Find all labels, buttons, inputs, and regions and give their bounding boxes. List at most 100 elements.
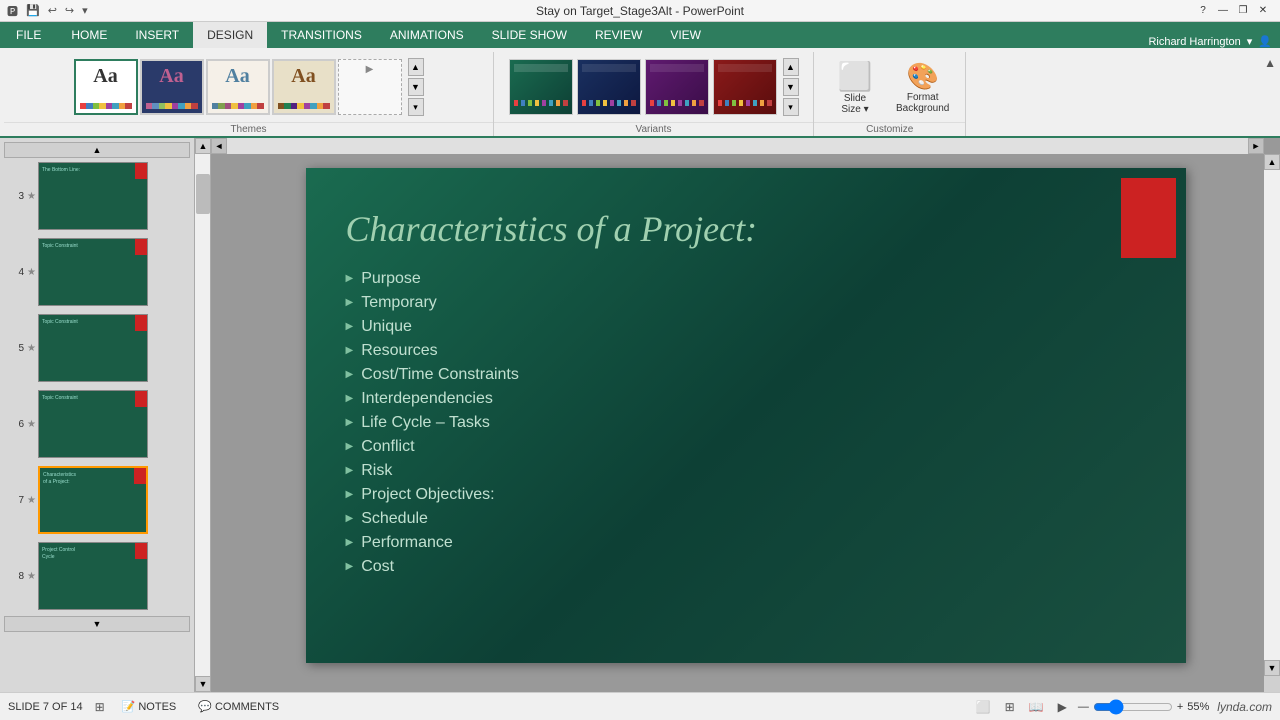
slide-size-button[interactable]: ⬜ SlideSize ▾ bbox=[830, 60, 880, 115]
bullet-schedule[interactable]: Schedule bbox=[346, 510, 1146, 528]
customize-button[interactable]: ▾ bbox=[79, 3, 91, 18]
themes-more-arrow[interactable]: ▾ bbox=[408, 98, 424, 116]
customize-group: ⬜ SlideSize ▾ 🎨 FormatBackground Customi… bbox=[814, 52, 966, 136]
slide-item-5[interactable]: 5 ★ Topic Constraint bbox=[4, 312, 190, 384]
slide-sorter-button[interactable]: ⊞ bbox=[1002, 699, 1018, 715]
slideshow-button[interactable]: ▶ bbox=[1055, 699, 1070, 715]
slide-thumb-5[interactable]: Topic Constraint bbox=[38, 314, 148, 382]
tab-view[interactable]: VIEW bbox=[656, 22, 715, 48]
bullet-lifecycle[interactable]: Life Cycle – Tasks bbox=[346, 414, 1146, 432]
bullet-interdependencies[interactable]: Interdependencies bbox=[346, 390, 1146, 408]
panel-vscroll-up[interactable]: ▲ bbox=[195, 138, 211, 154]
app-icon: 🅿 bbox=[4, 2, 21, 20]
bullet-purpose[interactable]: Purpose bbox=[346, 270, 1146, 288]
variants-more-arrow[interactable]: ▾ bbox=[783, 98, 799, 116]
close-button[interactable]: ✕ bbox=[1254, 3, 1272, 19]
help-button[interactable]: ? bbox=[1194, 3, 1212, 19]
account-chevron[interactable]: ▾ bbox=[1247, 35, 1253, 48]
main-slide[interactable]: Characteristics of a Project: Purpose Te… bbox=[306, 168, 1186, 663]
zoom-slider[interactable] bbox=[1093, 703, 1173, 711]
variant-1[interactable] bbox=[509, 59, 573, 115]
slide-item-4[interactable]: 4 ★ Topic Constraint bbox=[4, 236, 190, 308]
slide-thumb-6[interactable]: Topic Constraint bbox=[38, 390, 148, 458]
bullet-unique[interactable]: Unique bbox=[346, 318, 1146, 336]
variants-up-arrow[interactable]: ▲ bbox=[783, 58, 799, 76]
tab-file[interactable]: FILE bbox=[0, 22, 57, 48]
theme-3[interactable]: Aa bbox=[206, 59, 270, 115]
themes-content: Aa Aa bbox=[68, 52, 430, 122]
tab-design[interactable]: DESIGN bbox=[193, 22, 267, 48]
bullet-cost-time[interactable]: Cost/Time Constraints bbox=[346, 366, 1146, 384]
panel-scroll-down[interactable]: ▼ bbox=[4, 616, 190, 632]
tab-animations[interactable]: ANIMATIONS bbox=[376, 22, 478, 48]
variants-arrows: ▲ ▼ ▾ bbox=[783, 58, 799, 116]
slide-title[interactable]: Characteristics of a Project: bbox=[306, 168, 1186, 270]
comments-button[interactable]: 💬 COMMENTS bbox=[193, 699, 284, 714]
undo-button[interactable]: ↩ bbox=[45, 3, 60, 18]
slide-item-7[interactable]: 7 ★ Characteristicsof a Project: bbox=[4, 464, 190, 536]
title-bar: 🅿 💾 ↩ ↪ ▾ Stay on Target_Stage3Alt - Pow… bbox=[0, 0, 1280, 22]
bullet-temporary[interactable]: Temporary bbox=[346, 294, 1146, 312]
scroll-corner bbox=[1264, 676, 1280, 692]
minimize-button[interactable]: — bbox=[1214, 3, 1232, 19]
restore-button[interactable]: ❐ bbox=[1234, 3, 1252, 19]
theme-5[interactable]: ▶ bbox=[338, 59, 402, 115]
slide-thumb-8[interactable]: Project ControlCycle bbox=[38, 542, 148, 610]
redo-button[interactable]: ↪ bbox=[62, 3, 77, 18]
bullet-conflict[interactable]: Conflict bbox=[346, 438, 1146, 456]
bullet-resources[interactable]: Resources bbox=[346, 342, 1146, 360]
variant-4[interactable] bbox=[713, 59, 777, 115]
notes-button[interactable]: 📝 NOTES bbox=[117, 699, 182, 714]
slide-item-8[interactable]: 8 ★ Project ControlCycle bbox=[4, 540, 190, 612]
themes-down-arrow[interactable]: ▼ bbox=[408, 78, 424, 96]
save-button[interactable]: 💾 bbox=[23, 3, 43, 18]
themes-arrows: ▲ ▼ ▾ bbox=[408, 58, 424, 116]
bullet-risk[interactable]: Risk bbox=[346, 462, 1146, 480]
tab-review[interactable]: REVIEW bbox=[581, 22, 656, 48]
format-background-button[interactable]: 🎨 FormatBackground bbox=[896, 61, 949, 114]
slide-item-3[interactable]: 3 ★ The Bottom Line: bbox=[4, 160, 190, 232]
bullet-cost[interactable]: Cost bbox=[346, 558, 1146, 576]
panel-scroll-up[interactable]: ▲ bbox=[4, 142, 190, 158]
panel-vertical-scrollbar: ▲ ▼ bbox=[195, 138, 211, 692]
tab-slideshow[interactable]: SLIDE SHOW bbox=[478, 22, 581, 48]
slide-item-6[interactable]: 6 ★ Topic Constraint bbox=[4, 388, 190, 460]
right-scrollbar: ▲ ▼ bbox=[1264, 154, 1280, 692]
vscroll-down[interactable]: ▼ bbox=[1264, 660, 1280, 676]
panel-vscroll-thumb[interactable] bbox=[196, 174, 210, 214]
collapse-ribbon-button[interactable]: ▲ bbox=[1264, 56, 1276, 70]
bullet-performance[interactable]: Performance bbox=[346, 534, 1146, 552]
hscroll-right[interactable]: ► bbox=[1248, 138, 1264, 154]
customize-content: ⬜ SlideSize ▾ 🎨 FormatBackground bbox=[814, 52, 965, 122]
theme-2[interactable]: Aa bbox=[140, 59, 204, 115]
variant-3[interactable] bbox=[645, 59, 709, 115]
variants-down-arrow[interactable]: ▼ bbox=[783, 78, 799, 96]
themes-group: Aa Aa bbox=[4, 52, 494, 136]
slide-bullet-list: Purpose Temporary Unique Resources Cost/… bbox=[306, 270, 1186, 582]
hscroll-left[interactable]: ◄ bbox=[211, 138, 227, 154]
theme-4[interactable]: Aa bbox=[272, 59, 336, 115]
themes-up-arrow[interactable]: ▲ bbox=[408, 58, 424, 76]
slide-thumb-3[interactable]: The Bottom Line: bbox=[38, 162, 148, 230]
top-scrollbar: ◄ ► bbox=[211, 138, 1264, 154]
panel-vscroll-track bbox=[195, 154, 210, 676]
bullet-project-objectives[interactable]: Project Objectives: bbox=[346, 486, 1146, 504]
tab-home[interactable]: HOME bbox=[57, 22, 121, 48]
slide-thumb-7[interactable]: Characteristicsof a Project: bbox=[38, 466, 148, 534]
panel-vscroll-down[interactable]: ▼ bbox=[195, 676, 211, 692]
variant-2[interactable] bbox=[577, 59, 641, 115]
slide-corner-4 bbox=[135, 239, 147, 255]
normal-view-button[interactable]: ⬜ bbox=[973, 699, 994, 715]
zoom-in-button[interactable]: + bbox=[1177, 701, 1183, 713]
account-name[interactable]: Richard Harrington bbox=[1148, 36, 1240, 48]
slide-thumb-4[interactable]: Topic Constraint bbox=[38, 238, 148, 306]
zoom-level[interactable]: 55% bbox=[1187, 701, 1209, 713]
theme-1[interactable]: Aa bbox=[74, 59, 138, 115]
vscroll-up[interactable]: ▲ bbox=[1264, 154, 1280, 170]
slide-panel-toggle[interactable]: ⊞ bbox=[95, 700, 105, 714]
reading-view-button[interactable]: 📖 bbox=[1026, 699, 1047, 715]
tab-transitions[interactable]: TRANSITIONS bbox=[267, 22, 376, 48]
tab-insert[interactable]: INSERT bbox=[121, 22, 193, 48]
window-title: Stay on Target_Stage3Alt - PowerPoint bbox=[536, 4, 744, 18]
zoom-out-button[interactable]: — bbox=[1078, 701, 1089, 713]
